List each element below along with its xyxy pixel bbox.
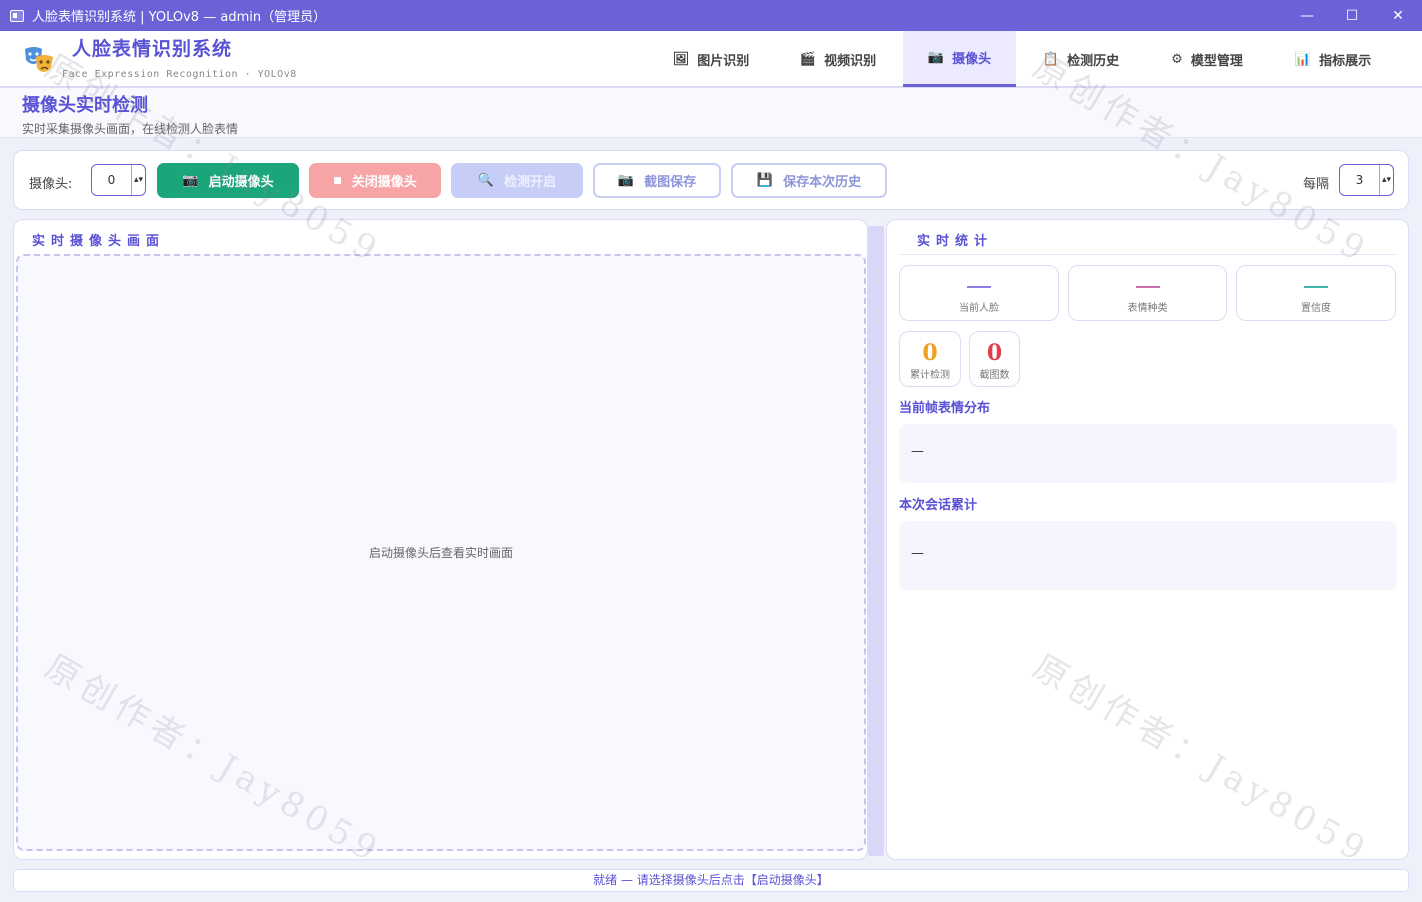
interval-value: 3 <box>1355 173 1364 187</box>
interval-spinbox[interactable]: 3 ▴▾ <box>1339 164 1394 196</box>
snapshot-count-label: 截图数 <box>979 370 1010 381</box>
bar-chart-icon: 📊 <box>1294 51 1312 67</box>
clipboard-icon: 📋 <box>1042 51 1060 67</box>
tab-model-management[interactable]: ⚙ 模型管理 <box>1148 31 1266 87</box>
session-total-value: — <box>911 546 924 561</box>
confidence-indicator <box>1304 286 1328 288</box>
stats-panel: 实时统计 当前人脸 表情种类 置信度 0 累计检测 0 截图数 当前帧表情分布 … <box>886 219 1409 860</box>
tab-label: 模型管理 <box>1190 53 1243 69</box>
start-camera-button[interactable]: 📷 启动摄像头 <box>157 163 299 198</box>
session-total-box: — <box>899 521 1397 590</box>
camera-icon: 📷 <box>617 173 635 188</box>
total-detections-label: 累计检测 <box>910 370 950 381</box>
app-window-icon <box>10 9 24 22</box>
divider <box>899 254 1397 255</box>
close-button[interactable]: ✕ <box>1375 0 1421 31</box>
frame-distribution-value: — <box>911 444 924 459</box>
start-camera-label: 启动摄像头 <box>208 175 274 190</box>
camera-toolbar: 摄像头: 0 ▴▾ 📷 启动摄像头 ■ 关闭摄像头 🔍 检测开启 📷 截图保存 … <box>13 150 1409 210</box>
brand-subtitle: Face Expression Recognition · YOLOv8 <box>62 69 297 80</box>
current-faces-label: 当前人脸 <box>959 303 999 314</box>
image-icon: 🖼 <box>672 51 690 67</box>
film-icon: 🎬 <box>799 51 817 67</box>
current-faces-indicator <box>967 286 991 288</box>
detection-toggle-button[interactable]: 🔍 检测开启 <box>451 163 583 198</box>
expression-types-card: 表情种类 <box>1068 265 1227 321</box>
tab-metrics[interactable]: 📊 指标展示 <box>1274 31 1392 87</box>
camera-icon: 📷 <box>182 173 199 188</box>
tab-label: 检测历史 <box>1067 53 1120 69</box>
interval-label: 每隔 <box>1303 177 1330 192</box>
page-title: 摄像头实时检测 <box>22 95 148 116</box>
snapshot-save-label: 截图保存 <box>644 175 697 190</box>
app-header: 人脸表情识别系统 Face Expression Recognition · Y… <box>0 31 1422 88</box>
expression-types-label: 表情种类 <box>1127 303 1168 314</box>
confidence-label: 置信度 <box>1301 303 1331 314</box>
video-panel: 实时摄像头画面 启动摄像头后查看实时画面 <box>13 219 868 860</box>
camera-index-value: 0 <box>107 173 116 187</box>
floppy-disk-icon: 💾 <box>756 173 774 188</box>
frame-distribution-title: 当前帧表情分布 <box>899 401 991 416</box>
maximize-button[interactable]: ☐ <box>1329 0 1375 31</box>
detection-toggle-label: 检测开启 <box>504 175 557 190</box>
frame-distribution-box: — <box>899 424 1397 483</box>
window-title: 人脸表情识别系统 | YOLOv8 — admin（管理员） <box>32 10 327 25</box>
minimize-button[interactable]: — <box>1284 0 1330 31</box>
tab-camera[interactable]: 📷 摄像头 <box>903 31 1016 87</box>
current-faces-card: 当前人脸 <box>899 265 1059 321</box>
stop-square-icon: ■ <box>333 175 342 186</box>
tab-detection-history[interactable]: 📋 检测历史 <box>1022 31 1140 87</box>
spin-arrows-icon[interactable]: ▴▾ <box>131 165 145 195</box>
snapshot-count-value: 0 <box>986 340 1003 366</box>
tab-image-recognition[interactable]: 🖼 图片识别 <box>652 31 770 87</box>
camera-label: 摄像头: <box>29 177 73 192</box>
stats-panel-title: 实时统计 <box>917 234 994 249</box>
theater-masks-icon <box>25 47 53 72</box>
stop-camera-button[interactable]: ■ 关闭摄像头 <box>309 163 441 198</box>
tab-label: 摄像头 <box>952 52 992 67</box>
status-bar: 就绪 — 请选择摄像头后点击【启动摄像头】 <box>13 869 1409 892</box>
stop-camera-label: 关闭摄像头 <box>351 175 417 190</box>
total-detections-card: 0 累计检测 <box>899 331 961 387</box>
snapshot-count-card: 0 截图数 <box>969 331 1020 387</box>
camera-feed-area: 启动摄像头后查看实时画面 <box>16 254 866 851</box>
save-history-label: 保存本次历史 <box>783 175 862 190</box>
page-subtitle: 实时采集摄像头画面，在线检测人脸表情 <box>22 122 239 136</box>
tab-video-recognition[interactable]: 🎬 视频识别 <box>779 31 897 87</box>
total-detections-value: 0 <box>922 340 938 366</box>
tab-label: 图片识别 <box>697 53 750 69</box>
session-total-title: 本次会话累计 <box>899 498 978 513</box>
spin-arrows-icon[interactable]: ▴▾ <box>1379 165 1393 195</box>
tab-label: 视频识别 <box>824 53 877 69</box>
tab-label: 指标展示 <box>1319 53 1372 69</box>
confidence-card: 置信度 <box>1236 265 1396 321</box>
search-icon: 🔍 <box>477 173 495 188</box>
title-bar: 人脸表情识别系统 | YOLOv8 — admin（管理员） — ☐ ✕ <box>0 0 1422 31</box>
video-panel-title: 实时摄像头画面 <box>32 234 166 249</box>
camera-index-spinbox[interactable]: 0 ▴▾ <box>91 164 146 196</box>
save-history-button[interactable]: 💾 保存本次历史 <box>731 163 887 198</box>
expression-types-indicator <box>1135 286 1160 288</box>
brand-title: 人脸表情识别系统 <box>72 38 233 60</box>
gear-icon: ⚙ <box>1171 51 1183 67</box>
panel-splitter[interactable] <box>868 226 884 856</box>
camera-feed-placeholder: 启动摄像头后查看实时画面 <box>368 546 513 560</box>
camera-icon: 📷 <box>927 50 945 65</box>
page-heading: 摄像头实时检测 实时采集摄像头画面，在线检测人脸表情 <box>0 88 1422 138</box>
snapshot-save-button[interactable]: 📷 截图保存 <box>593 163 721 198</box>
